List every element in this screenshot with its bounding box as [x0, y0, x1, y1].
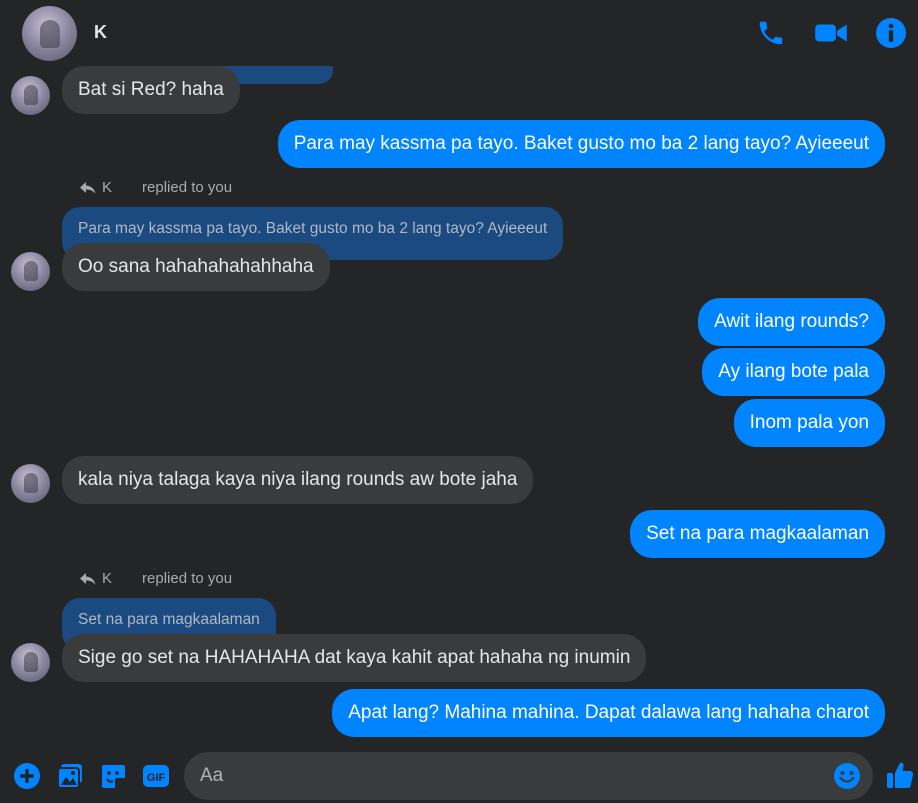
reply-indicator: K replied to you	[80, 179, 232, 196]
message-list[interactable]: Bat si Red? haha Para may kassma pa tayo…	[0, 66, 918, 746]
sender-avatar[interactable]	[11, 76, 50, 115]
incoming-message[interactable]: Bat si Red? haha	[62, 66, 240, 114]
add-icon[interactable]	[12, 761, 42, 791]
outgoing-message[interactable]: Inom pala yon	[733, 399, 885, 447]
reply-label: replied to you	[142, 570, 233, 587]
sender-avatar[interactable]	[11, 643, 50, 682]
reply-arrow-icon	[80, 572, 96, 585]
reply-indicator: K replied to you	[80, 570, 232, 587]
incoming-message[interactable]: kala niya talaga kaya niya ilang rounds …	[62, 456, 534, 504]
info-icon[interactable]	[874, 16, 908, 50]
message-input[interactable]	[200, 752, 820, 800]
video-camera-icon[interactable]	[814, 16, 848, 50]
sticker-icon[interactable]	[98, 761, 128, 791]
reply-sender: K	[102, 179, 113, 196]
message-input-container[interactable]	[184, 752, 873, 800]
message-composer: GIF	[0, 746, 918, 803]
contact-avatar[interactable]	[22, 6, 77, 61]
sender-avatar[interactable]	[11, 252, 50, 291]
incoming-message[interactable]: Sige go set na HAHAHAHA dat kaya kahit a…	[62, 634, 647, 682]
conversation-header: K	[0, 0, 918, 66]
photo-icon[interactable]	[55, 761, 85, 791]
gif-icon[interactable]: GIF	[141, 761, 171, 791]
incoming-message[interactable]: Oo sana hahahahahahhaha	[62, 243, 330, 291]
like-icon[interactable]	[885, 760, 915, 790]
gif-label: GIF	[147, 772, 166, 784]
contact-name[interactable]: K	[94, 22, 107, 43]
emoji-icon[interactable]	[833, 762, 861, 790]
outgoing-message[interactable]: Apat lang? Mahina mahina. Dapat dalawa l…	[332, 689, 885, 737]
reply-arrow-icon	[80, 181, 96, 194]
outgoing-message[interactable]: Awit ilang rounds?	[698, 298, 885, 346]
reply-sender: K	[102, 570, 113, 587]
phone-icon[interactable]	[754, 16, 788, 50]
reply-label: replied to you	[142, 179, 233, 196]
outgoing-message[interactable]: Set na para magkaalaman	[630, 510, 885, 558]
sender-avatar[interactable]	[11, 464, 50, 503]
outgoing-message[interactable]: Ay ilang bote pala	[702, 348, 885, 396]
outgoing-message[interactable]: Para may kassma pa tayo. Baket gusto mo …	[277, 120, 885, 168]
